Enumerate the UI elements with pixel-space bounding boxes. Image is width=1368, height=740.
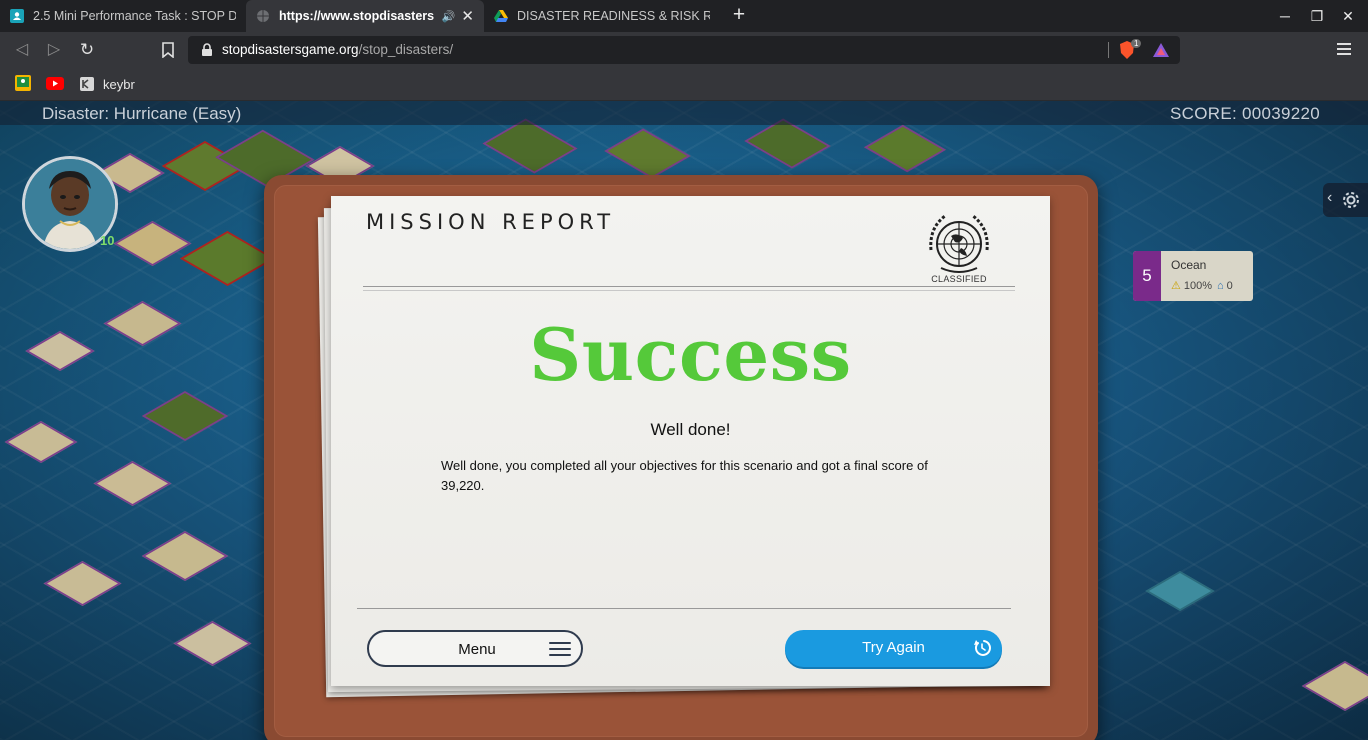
browser-toolbar: ◁ ▷ ↻ stopdisastersgame.org/stop_disaste…: [0, 32, 1368, 68]
header-divider: [363, 286, 1015, 287]
brave-rewards-icon[interactable]: [1152, 42, 1170, 58]
header-divider-2: [363, 290, 1015, 291]
ocean-tile-percent: 100%: [1183, 279, 1213, 292]
new-tab-button[interactable]: +: [729, 4, 749, 26]
keybr-icon: [80, 77, 94, 91]
footer-divider: [357, 608, 1011, 609]
tab-title: 2.5 Mini Performance Task : STOP DIS: [33, 9, 236, 23]
game-viewport[interactable]: Disaster: Hurricane (Easy) SCORE: 000392…: [0, 101, 1368, 740]
bookmark-label: keybr: [103, 76, 135, 92]
tab-classroom[interactable]: 2.5 Mini Performance Task : STOP DIS: [0, 0, 246, 32]
youtube-icon[interactable]: [46, 77, 64, 90]
ocean-tile-number: 5: [1133, 251, 1161, 301]
close-window-icon[interactable]: ✕: [1340, 8, 1356, 24]
tab-drive[interactable]: DISASTER READINESS & RISK REDUCTION: [484, 0, 720, 32]
tab-title: DISASTER READINESS & RISK REDUCTION: [517, 9, 710, 23]
forward-icon[interactable]: ▷: [44, 40, 64, 60]
restore-icon[interactable]: ❐: [1309, 8, 1325, 24]
globe-icon: [257, 10, 269, 22]
try-again-button-label: Try Again: [862, 639, 925, 656]
result-message: Well done, you completed all your object…: [441, 458, 928, 493]
close-tab-icon[interactable]: ✕: [455, 7, 474, 25]
retry-icon: [974, 640, 991, 656]
bookmark-keybr[interactable]: keybr: [79, 74, 135, 94]
chevron-left-icon: ‹: [1327, 189, 1333, 206]
settings-button[interactable]: ‹: [1323, 183, 1368, 217]
google-classroom-icon[interactable]: [15, 75, 31, 91]
score-display: SCORE: 00039220: [1170, 104, 1320, 124]
mission-report-title: MISSION REPORT: [366, 210, 616, 234]
menu-button[interactable]: Menu: [367, 630, 583, 667]
try-again-button[interactable]: Try Again: [785, 630, 1002, 667]
url-domain: stopdisastersgame.org: [222, 42, 359, 57]
tab-title: https://www.stopdisastersgame.org/stop_d…: [279, 9, 434, 23]
ocean-tile-count: 0: [1226, 279, 1233, 292]
bookmarks-bar: keybr: [0, 68, 1368, 101]
tab-bar: 2.5 Mini Performance Task : STOP DIS htt…: [0, 0, 1368, 32]
url-text: stopdisastersgame.org/stop_disasters/: [222, 42, 453, 57]
ocean-tile-card[interactable]: 5 Ocean ⚠ 100% ⌂ 0: [1133, 251, 1253, 301]
bookmark-icon[interactable]: [158, 40, 178, 60]
address-divider: [1108, 42, 1109, 58]
hamburger-icon: [549, 642, 571, 656]
warning-icon: ⚠: [1171, 280, 1181, 292]
minimize-icon[interactable]: ─: [1277, 8, 1293, 24]
ocean-tile-name: Ocean: [1171, 258, 1207, 272]
url-path: /stop_disasters/: [358, 42, 454, 57]
lock-icon: [202, 43, 212, 56]
gear-icon: [1343, 192, 1359, 208]
player-level-badge: 10: [100, 233, 115, 248]
brave-shield-count: 1: [1131, 39, 1142, 48]
audio-icon[interactable]: 🔊: [442, 10, 456, 23]
back-icon[interactable]: ◁: [12, 40, 32, 60]
classified-stamp: CLASSIFIED: [931, 274, 987, 284]
disaster-label: Disaster: Hurricane (Easy): [42, 104, 242, 123]
score-label: SCORE:: [1170, 104, 1237, 123]
google-drive-icon: [494, 10, 508, 22]
game-hud: Disaster: Hurricane (Easy) SCORE: 000392…: [0, 101, 1368, 125]
address-bar[interactable]: stopdisastersgame.org/stop_disasters/ 1: [188, 36, 1180, 64]
reload-icon[interactable]: ↻: [77, 40, 97, 60]
house-icon: ⌂: [1217, 279, 1224, 292]
result-heading: Success: [529, 312, 852, 397]
mission-report-dialog: MISSION REPORT CLASSIFIED Success Well d…: [331, 196, 1050, 686]
tab-stopdisasters[interactable]: https://www.stopdisastersgame.org/stop_d…: [246, 0, 484, 32]
score-value: 00039220: [1242, 104, 1321, 123]
result-subheading: Well done!: [650, 420, 731, 439]
menu-icon[interactable]: [1337, 42, 1351, 56]
google-classroom-icon: [10, 9, 24, 23]
ocean-tile-stats: ⚠ 100% ⌂ 0: [1171, 279, 1233, 293]
